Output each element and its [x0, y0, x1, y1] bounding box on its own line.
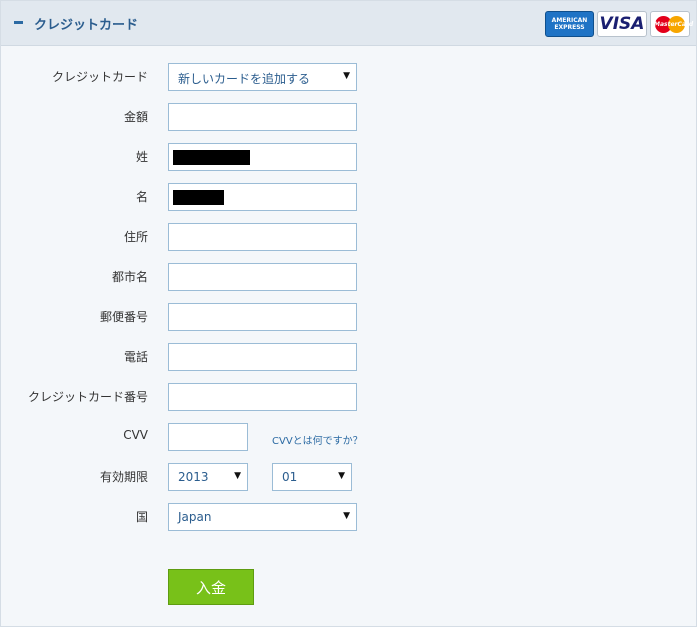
first-name-label: 名	[135, 190, 148, 204]
cvv-label: CVV	[123, 428, 148, 442]
card-select[interactable]: 新しいカードを追加する ▼	[168, 63, 357, 91]
address-input[interactable]	[168, 223, 357, 251]
deposit-submit-button[interactable]: 入金	[168, 569, 254, 605]
card-number-label: クレジットカード番号	[27, 390, 148, 404]
visa-logo: VISA	[597, 11, 647, 37]
expiry-month-value: 01	[282, 470, 298, 484]
last-name-input[interactable]	[168, 143, 357, 171]
redacted-value	[173, 190, 224, 205]
card-select-value: 新しいカードを追加する	[178, 72, 311, 86]
dropdown-arrow-icon: ▼	[234, 471, 241, 481]
dropdown-arrow-icon: ▼	[338, 471, 345, 481]
dropdown-arrow-icon: ▼	[343, 71, 350, 81]
country-label: 国	[135, 510, 148, 524]
country-value: Japan	[178, 510, 212, 524]
expiry-year-value: 2013	[178, 470, 209, 484]
amount-input[interactable]	[168, 103, 357, 131]
postal-code-label: 郵便番号	[99, 310, 148, 324]
first-name-input[interactable]	[168, 183, 357, 211]
expiry-label: 有効期限	[99, 470, 148, 484]
panel-header[interactable]: クレジットカード AMERICAN EXPRESS VISA MasterCar…	[1, 1, 696, 46]
amex-logo: AMERICAN EXPRESS	[545, 11, 594, 37]
city-input[interactable]	[168, 263, 357, 291]
expiry-year-select[interactable]: 2013 ▼	[168, 463, 248, 491]
postal-code-input[interactable]	[168, 303, 357, 331]
amex-logo-text-line2: EXPRESS	[554, 24, 585, 31]
mastercard-logo: MasterCard	[650, 11, 694, 37]
collapse-minus-icon[interactable]	[14, 21, 23, 24]
dropdown-arrow-icon: ▼	[343, 511, 350, 521]
last-name-label: 姓	[135, 150, 148, 164]
mastercard-logo-text: MasterCard	[654, 21, 694, 28]
phone-label: 電話	[123, 350, 148, 364]
expiry-month-select[interactable]: 01 ▼	[272, 463, 352, 491]
redacted-value	[173, 150, 250, 165]
address-label: 住所	[123, 230, 148, 244]
city-label: 都市名	[111, 270, 148, 284]
country-select[interactable]: Japan ▼	[168, 503, 357, 531]
amount-label: 金額	[123, 110, 148, 124]
panel-title: クレジットカード	[34, 18, 139, 33]
cvv-input[interactable]	[168, 423, 248, 451]
amex-logo-text-line1: AMERICAN	[551, 17, 588, 24]
cvv-help-link[interactable]: CVVとは何ですか？	[272, 432, 363, 447]
card-select-label: クレジットカード	[51, 70, 148, 84]
phone-input[interactable]	[168, 343, 357, 371]
card-number-input[interactable]	[168, 383, 357, 411]
